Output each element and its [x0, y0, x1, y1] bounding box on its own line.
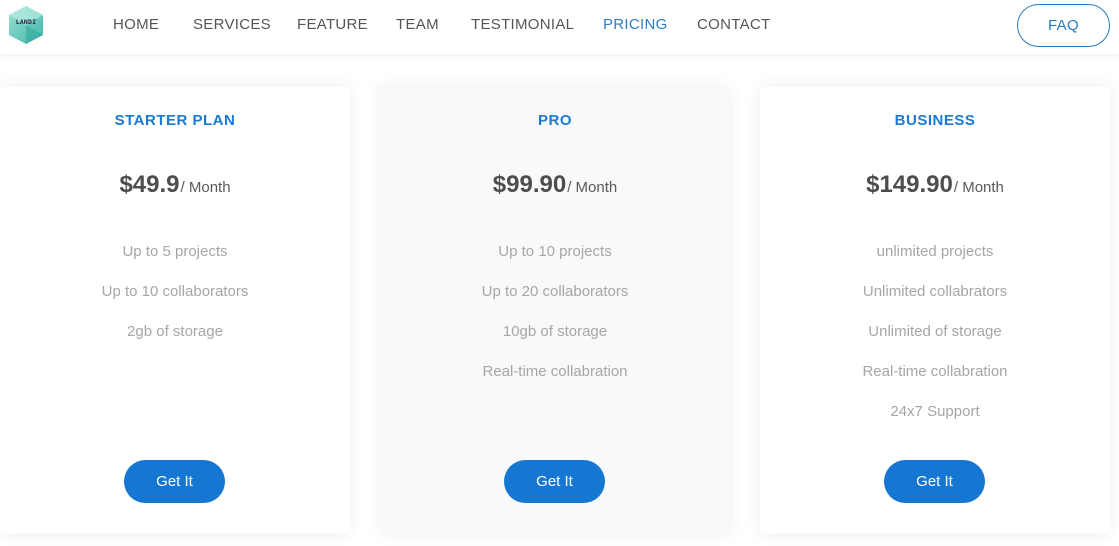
feature-item: Up to 10 collaborators [101, 283, 249, 300]
feature-list: Up to 5 projects Up to 10 collaborators … [0, 242, 350, 362]
feature-item: Unlimited collabrators [862, 283, 1008, 300]
pricing-section: STARTER PLAN $49.9 / Month Up to 5 proje… [0, 54, 1119, 546]
price-row: $99.90 / Month [380, 171, 730, 199]
feature-item: Up to 20 collaborators [481, 283, 629, 300]
navbar: LANDI HOME SERVICES FEATURE TEAM TESTIMO… [0, 0, 1119, 54]
plan-price: $149.90 [866, 171, 953, 198]
pricing-card-starter: STARTER PLAN $49.9 / Month Up to 5 proje… [0, 87, 350, 533]
feature-item: Real-time collabration [482, 363, 628, 380]
feature-item: unlimited projects [876, 243, 994, 260]
nav-services[interactable]: SERVICES [193, 16, 271, 33]
plan-period: / Month [953, 179, 1004, 196]
price-row: $149.90 / Month [760, 171, 1110, 199]
logo[interactable]: LANDI [7, 5, 45, 45]
get-it-button[interactable]: Get It [884, 460, 985, 503]
feature-list: Up to 10 projects Up to 20 collaborators… [380, 242, 730, 402]
nav-team[interactable]: TEAM [396, 16, 439, 33]
plan-name: BUSINESS [894, 112, 976, 129]
nav-contact[interactable]: CONTACT [697, 16, 770, 33]
get-it-button[interactable]: Get It [124, 460, 225, 503]
logo-text: LANDI [15, 18, 37, 26]
plan-period: / Month [180, 179, 231, 196]
feature-item: 24x7 Support [890, 403, 980, 420]
pricing-card-business: BUSINESS $149.90 / Month unlimited proje… [760, 87, 1110, 533]
plan-name: STARTER PLAN [114, 112, 236, 129]
get-it-button[interactable]: Get It [504, 460, 605, 503]
plan-price: $99.90 [492, 171, 567, 198]
feature-item: Real-time collabration [862, 363, 1008, 380]
nav-pricing[interactable]: PRICING [603, 16, 668, 33]
faq-button[interactable]: FAQ [1017, 4, 1110, 47]
nav-feature[interactable]: FEATURE [297, 16, 368, 33]
plan-period: / Month [567, 179, 618, 196]
feature-item: Unlimited of storage [868, 323, 1002, 340]
feature-item: Up to 5 projects [122, 243, 228, 260]
feature-item: 2gb of storage [127, 323, 223, 340]
price-row: $49.9 / Month [0, 171, 350, 199]
feature-item: 10gb of storage [502, 323, 608, 340]
pricing-card-pro: PRO $99.90 / Month Up to 10 projects Up … [380, 87, 730, 533]
plan-price: $49.9 [119, 171, 180, 198]
feature-item: Up to 10 projects [498, 243, 612, 260]
plan-name: PRO [537, 112, 572, 129]
feature-list: unlimited projects Unlimited collabrator… [760, 242, 1110, 442]
nav-home[interactable]: HOME [113, 16, 159, 33]
nav-testimonial[interactable]: TESTIMONIAL [471, 16, 574, 33]
